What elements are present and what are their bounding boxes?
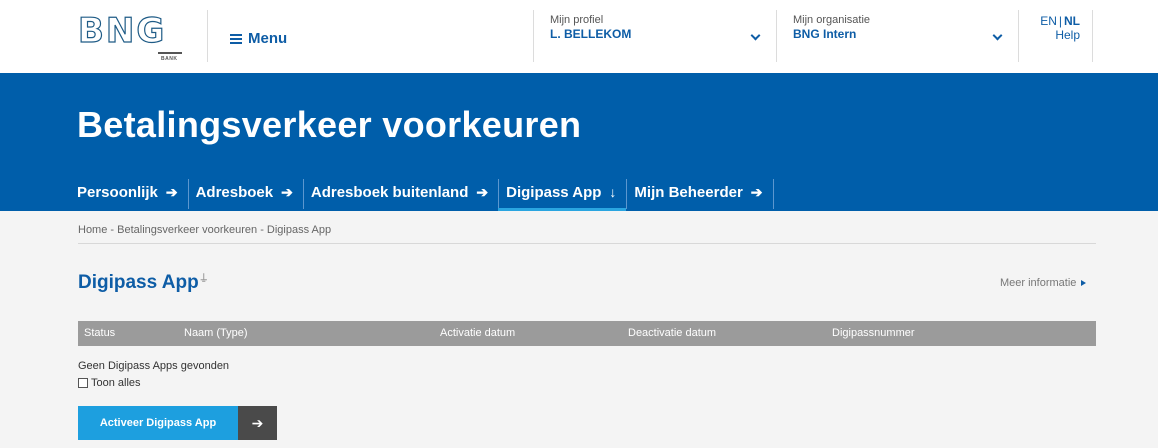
- header-divider: [1018, 10, 1019, 62]
- language-switch: EN | NL Help: [1035, 14, 1080, 42]
- arrow-right-icon: ➔: [476, 184, 489, 200]
- tab-divider: [187, 179, 189, 209]
- profile-label: Mijn profiel: [550, 14, 604, 26]
- lang-en-link[interactable]: EN: [1040, 14, 1057, 28]
- menu-label: Menu: [248, 30, 288, 47]
- activate-digipass-button[interactable]: Activeer Digipass App ➔: [78, 406, 277, 440]
- tab-adresboek[interactable]: Adresboek ➔: [187, 177, 303, 211]
- header-divider: [533, 10, 534, 62]
- menu-button[interactable]: Menu: [230, 30, 287, 47]
- tab-label: Persoonlijk: [77, 184, 158, 201]
- logo-underline: [158, 52, 182, 54]
- tab-divider: [772, 179, 774, 209]
- section-title: Digipass App ⍊: [78, 272, 207, 294]
- header-divider: [207, 10, 208, 62]
- breadcrumb[interactable]: Home - Betalingsverkeer voorkeuren - Dig…: [78, 224, 331, 236]
- tab-label: Digipass App: [506, 184, 602, 201]
- tab-divider: [302, 179, 304, 209]
- help-link[interactable]: Help: [1035, 28, 1080, 42]
- profile-value: L. BELLEKOM: [550, 27, 632, 41]
- arrow-right-icon: ➔: [165, 184, 178, 200]
- breadcrumb-divider: [78, 243, 1096, 244]
- more-info-link[interactable]: Meer informatie: [1000, 277, 1087, 289]
- tab-mijn-beheerder[interactable]: Mijn Beheerder ➔: [626, 177, 772, 211]
- arrow-down-icon: ↓: [609, 184, 617, 200]
- show-all-label: Toon alles: [91, 377, 141, 389]
- arrow-right-icon: ➔: [750, 184, 763, 200]
- more-info-label: Meer informatie: [1000, 277, 1077, 289]
- page-title: Betalingsverkeer voorkeuren: [77, 104, 582, 145]
- hamburger-icon: [230, 33, 242, 44]
- arrow-right-icon: ➔: [281, 184, 293, 200]
- tab-adresboek-buitenland[interactable]: Adresboek buitenland ➔: [302, 177, 498, 211]
- section-title-text: Digipass App: [78, 272, 199, 293]
- column-header-naam[interactable]: Naam (Type): [184, 327, 248, 339]
- tab-label: Mijn Beheerder: [634, 184, 743, 201]
- tab-divider: [626, 179, 628, 209]
- checkbox-box[interactable]: [78, 378, 88, 388]
- lang-separator: |: [1058, 14, 1062, 28]
- empty-table-message: Geen Digipass Apps gevonden: [78, 360, 230, 372]
- logo-subtext: BANK: [161, 56, 178, 62]
- bng-logo[interactable]: BNG BANK: [77, 11, 184, 64]
- play-triangle-icon: [1081, 280, 1087, 286]
- organisation-value: BNG Intern: [793, 27, 857, 41]
- column-header-activatie[interactable]: Activatie datum: [440, 327, 515, 339]
- arrow-right-icon: ➔: [238, 406, 277, 440]
- page-banner: Betalingsverkeer voorkeuren Persoonlijk …: [0, 73, 1158, 211]
- top-header: BNG BANK Menu Mijn profiel L. BELLEKOM M…: [0, 0, 1158, 73]
- tab-label: Adresboek: [195, 184, 274, 201]
- header-divider: [776, 10, 777, 62]
- column-header-digipassnummer[interactable]: Digipassnummer: [832, 327, 915, 339]
- tab-label: Adresboek buitenland: [310, 184, 469, 201]
- pin-icon[interactable]: ⍊: [201, 272, 207, 283]
- tab-digipass-app[interactable]: Digipass App ↓: [498, 177, 627, 211]
- organisation-label: Mijn organisatie: [793, 14, 871, 26]
- column-header-status[interactable]: Status: [84, 327, 115, 339]
- profile-dropdown[interactable]: Mijn profiel L. BELLEKOM: [550, 14, 760, 41]
- header-divider: [1092, 10, 1093, 62]
- sub-navigation: Persoonlijk ➔ Adresboek ➔ Adresboek buit…: [77, 177, 774, 211]
- column-header-deactivatie[interactable]: Deactivatie datum: [628, 327, 716, 339]
- show-all-checkbox[interactable]: Toon alles: [78, 377, 141, 389]
- logo-text: BNG: [77, 11, 167, 51]
- lang-nl-link[interactable]: NL: [1064, 14, 1080, 28]
- table-header: Status Naam (Type) Activatie datum Deact…: [78, 321, 1096, 346]
- activate-button-label: Activeer Digipass App: [78, 406, 238, 440]
- organisation-dropdown[interactable]: Mijn organisatie BNG Intern: [793, 14, 1003, 41]
- tab-divider: [498, 179, 500, 209]
- tab-persoonlijk[interactable]: Persoonlijk ➔: [77, 177, 188, 211]
